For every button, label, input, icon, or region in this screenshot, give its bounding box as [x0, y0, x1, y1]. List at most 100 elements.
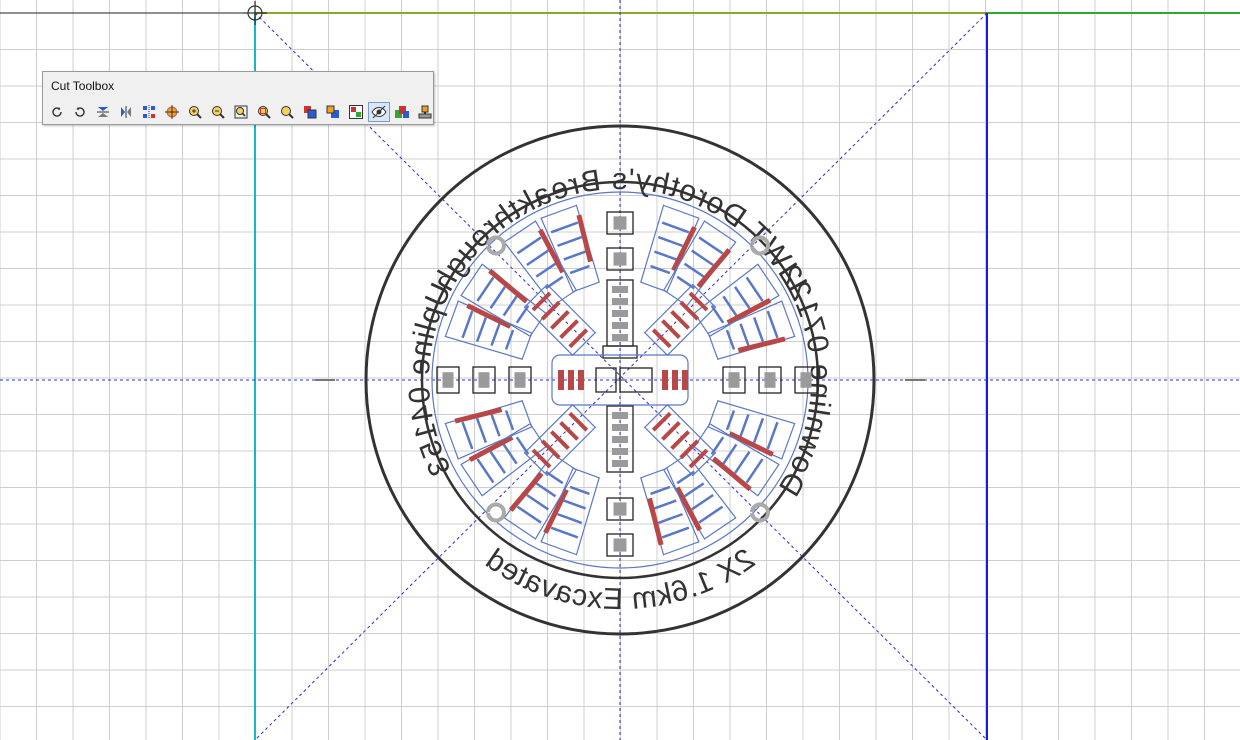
zoom-page-icon: [234, 105, 248, 119]
fan-rib: [745, 458, 764, 484]
laser-stamp-button[interactable]: [414, 102, 436, 122]
fan-rib: [489, 451, 507, 474]
ladder-rung: [661, 319, 681, 339]
ladder-rung: [679, 439, 700, 460]
fan-red-bar: [671, 226, 697, 272]
fan-rib: [766, 421, 779, 450]
fan-rib: [739, 413, 750, 437]
zoom-in-button[interactable]: [184, 102, 206, 122]
fan-rib: [504, 329, 515, 350]
fan-red-bar: [488, 268, 529, 304]
axis-block-h-fill: [478, 372, 490, 388]
mirror-horizontal-icon: [121, 106, 131, 118]
zoom-in-icon: [189, 106, 202, 119]
fan-rib: [490, 413, 501, 437]
cut-toolbox-title: Cut Toolbox: [51, 79, 115, 93]
rotate-cw-icon: [75, 107, 85, 117]
mirror-vertical-button[interactable]: [92, 102, 114, 122]
fan-rib: [569, 264, 590, 275]
color-layers-button[interactable]: [391, 102, 413, 122]
spine-top-bar: [612, 310, 628, 317]
fan-rib: [683, 262, 705, 278]
fan-red-bar: [466, 303, 512, 329]
group-icon: [349, 105, 363, 119]
fan-rib: [490, 323, 501, 347]
fan-rib: [733, 451, 751, 474]
fan-rib: [515, 436, 530, 455]
fan-rib: [752, 317, 765, 343]
zoom-page-button[interactable]: [230, 102, 252, 122]
ladder-rung: [670, 430, 691, 451]
ladder-rung: [670, 309, 691, 330]
axis-block-h-fill: [800, 372, 812, 388]
fan-rib: [550, 221, 579, 234]
fan-rib: [698, 236, 724, 255]
ladder-cluster: [523, 403, 597, 477]
mirror-vertical-icon: [97, 107, 109, 117]
fan-rib: [657, 512, 683, 525]
spine-bottom-bar: [612, 436, 628, 443]
fan-rib: [535, 262, 557, 278]
fan-rib: [563, 499, 587, 510]
fan-rib: [745, 276, 764, 302]
rotate-ccw-button[interactable]: [46, 102, 68, 122]
zoom-out-button[interactable]: [207, 102, 229, 122]
fan-rib: [698, 505, 724, 524]
axis-block-v-fill: [613, 538, 627, 552]
hub-red-left: [578, 370, 584, 390]
cut-toolbox-panel[interactable]: Cut Toolbox: [42, 71, 434, 125]
curved-arrow-mark: [486, 502, 506, 523]
axis-block-h-fill: [442, 372, 454, 388]
ladder-cluster: [523, 283, 597, 357]
laser-stamp-icon: [418, 105, 432, 119]
spine-bottom-bar: [612, 424, 628, 431]
bring-front-button[interactable]: [299, 102, 321, 122]
bring-front-icon: [304, 106, 317, 119]
fan-red-bar: [543, 488, 569, 534]
fan-rib: [516, 505, 542, 524]
zoom-selection-button[interactable]: [253, 102, 275, 122]
rotate-cw-button[interactable]: [69, 102, 91, 122]
zoom-fit-button[interactable]: [276, 102, 298, 122]
fan-rib: [502, 295, 518, 317]
fan-rib: [657, 235, 683, 248]
fan-rib: [676, 275, 695, 290]
center-target-button[interactable]: [161, 102, 183, 122]
preview-eye-button[interactable]: [368, 102, 390, 122]
fan-rib: [476, 458, 495, 484]
ladder-rung: [540, 439, 561, 460]
axis-block-v-fill: [613, 502, 627, 516]
group-button[interactable]: [345, 102, 367, 122]
fan-rib: [526, 493, 549, 511]
fan-rib: [461, 310, 474, 339]
fan-rib: [650, 264, 671, 275]
preview-eye-icon: [371, 105, 387, 119]
zoom-fit-icon: [281, 106, 294, 119]
color-layers-icon: [395, 106, 409, 118]
fan-rib: [752, 417, 765, 443]
hub-red-left: [568, 370, 574, 390]
fan-rib: [504, 410, 515, 431]
fan-rib: [526, 249, 549, 267]
hub-red-right: [672, 370, 678, 390]
fan-rib: [502, 443, 518, 465]
fan-rib: [461, 421, 474, 450]
fan-rib: [683, 482, 705, 498]
fan-rib: [545, 470, 564, 485]
hub-red-left: [558, 370, 564, 390]
fan-rib: [766, 310, 779, 339]
axis-block-h-fill: [728, 372, 740, 388]
fan-rib: [475, 317, 488, 343]
spine-top-bar: [612, 334, 628, 341]
axis-block-h-fill: [514, 372, 526, 388]
mirror-horizontal-button[interactable]: [115, 102, 137, 122]
fan-rib: [661, 526, 690, 539]
array-button[interactable]: [138, 102, 160, 122]
ladder-rung: [559, 421, 579, 441]
axis-block-v-fill: [613, 252, 627, 266]
ladder-cluster: [643, 283, 717, 357]
hub-red-right: [662, 370, 668, 390]
send-back-button[interactable]: [322, 102, 344, 122]
fan-rib: [545, 275, 564, 290]
fan-red-bar: [508, 471, 544, 512]
